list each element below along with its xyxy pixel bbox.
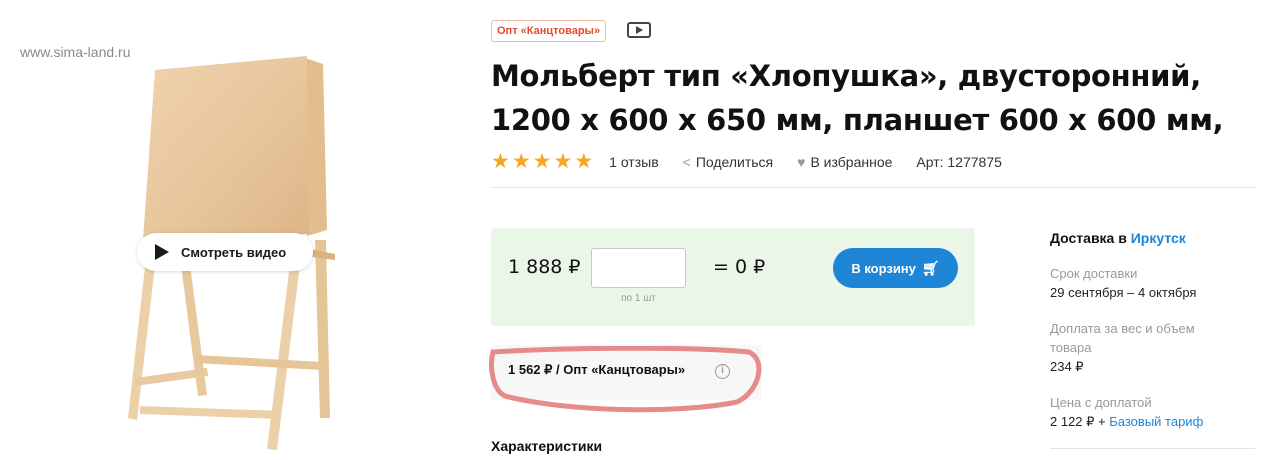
delivery-title-prefix: Доставка в — [1050, 230, 1127, 246]
price-with-surcharge-label: Цена с доплатой — [1050, 395, 1152, 410]
characteristics-heading: Характеристики — [491, 438, 603, 454]
price-with-surcharge-value: 2 122 ₽ + — [1050, 414, 1106, 429]
delivery-divider — [1050, 448, 1255, 449]
product-title-line-1: Мольберт тип «Хлопушка», двусторонний, — [491, 59, 1201, 93]
article-number: Арт: 1277875 — [916, 154, 1002, 170]
wholesale-badge[interactable]: Опт «Канцтовары» — [491, 20, 607, 42]
total-price: = 0 ₽ — [713, 256, 766, 278]
surcharge-label-line-2: товара — [1050, 340, 1092, 355]
surcharge-label-line-1: Доплата за вес и объем — [1050, 321, 1195, 336]
watch-video-button[interactable]: Смотреть видео — [137, 233, 313, 271]
surcharge-value: 234 ₽ — [1050, 359, 1084, 374]
base-tariff-link[interactable]: Базовый тариф — [1109, 414, 1203, 429]
star-icon: ★ — [553, 150, 573, 173]
favorite-label: В избранное — [810, 154, 893, 170]
video-icon[interactable] — [627, 22, 651, 38]
price-with-surcharge: 2 122 ₽ + Базовый тариф — [1050, 412, 1203, 431]
play-icon — [155, 244, 169, 260]
share-label: Поделиться — [695, 154, 774, 170]
star-icon: ★ — [574, 150, 594, 173]
divider — [491, 187, 1256, 188]
delivery-term-label: Срок доставки — [1050, 266, 1138, 281]
star-icon: ★ — [532, 150, 552, 173]
quantity-input[interactable] — [591, 248, 686, 288]
delivery-term-value: 29 сентября – 4 октября — [1050, 285, 1197, 300]
unit-price: 1 888 ₽ — [508, 256, 581, 278]
star-icon: ★ — [511, 150, 531, 173]
highlight-annotation — [489, 346, 762, 413]
add-to-cart-button[interactable]: В корзину 🛒︎ — [833, 248, 958, 288]
share-icon: < — [682, 154, 691, 170]
product-title: Мольберт тип «Хлопушка», двусторонний, 1… — [491, 54, 1251, 142]
heart-icon: ♥ — [797, 154, 806, 170]
delivery-city-link[interactable]: Иркутск — [1131, 230, 1186, 246]
product-meta-row: ★ ★ ★ ★ ★ 1 отзыв < Поделиться ♥ В избра… — [491, 150, 1026, 174]
favorite-button[interactable]: ♥ В избранное — [797, 154, 892, 170]
delivery-title: Доставка в Иркутск — [1050, 230, 1186, 246]
cart-icon: 🛒︎ — [921, 259, 940, 276]
rating-stars[interactable]: ★ ★ ★ ★ ★ — [491, 150, 594, 173]
reviews-link[interactable]: 1 отзыв — [609, 154, 659, 170]
share-button[interactable]: < Поделиться — [683, 154, 774, 170]
watch-video-label: Смотреть видео — [181, 244, 287, 260]
quantity-note: по 1 шт — [621, 293, 656, 304]
product-title-line-2: 1200 х 600 х 650 мм, планшет 600 х 600 м… — [491, 103, 1224, 137]
star-icon: ★ — [491, 150, 510, 173]
add-to-cart-label: В корзину — [851, 260, 916, 276]
